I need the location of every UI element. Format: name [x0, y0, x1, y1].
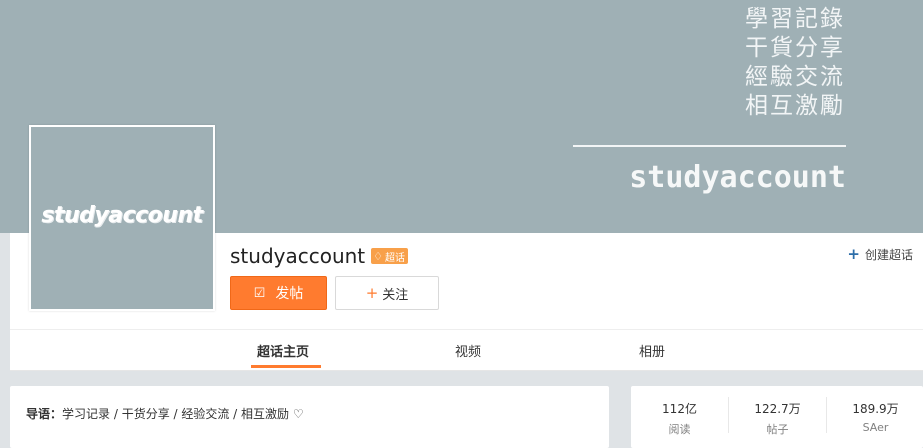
create-super-topic-link[interactable]: + 创建超话	[847, 245, 913, 263]
super-topic-badge: ♢ 超话	[371, 248, 409, 264]
stat-followers: 189.9万 SAer	[827, 400, 923, 434]
title-row: studyaccount ♢ 超话	[230, 244, 409, 268]
edit-icon: ☑	[253, 285, 266, 301]
stat-label: SAer	[862, 421, 889, 434]
stat-label: 帖子	[766, 423, 789, 436]
badge-label: 超话	[385, 252, 406, 264]
follow-button[interactable]: + 关注	[335, 276, 439, 310]
intro-label: 导语：	[26, 407, 63, 421]
diamond-icon: ♢	[373, 249, 384, 263]
stat-label: 阅读	[668, 423, 691, 436]
plus-icon: +	[365, 284, 379, 302]
avatar[interactable]: studyaccount	[29, 125, 215, 311]
post-button[interactable]: ☑ 发帖	[230, 276, 327, 310]
banner-line: 干貨分享	[745, 35, 845, 61]
intro-text: 导语：学习记录 / 干货分享 / 经验交流 / 相互激励 ♡	[26, 405, 304, 422]
avatar-text: studyaccount	[41, 203, 203, 228]
stat-reads: 112亿 阅读	[631, 400, 728, 437]
tab-home[interactable]: 超话主页	[257, 341, 309, 360]
stats-panel: 112亿 阅读 122.7万 帖子 189.9万 SAer	[631, 386, 923, 448]
tab-bar: 超话主页 视频 相册	[10, 330, 923, 370]
stat-value: 189.9万	[852, 402, 899, 416]
active-tab-indicator	[251, 365, 321, 368]
post-button-label: 发帖	[275, 286, 304, 302]
stat-value: 122.7万	[754, 402, 801, 416]
plus-icon: +	[847, 245, 860, 263]
create-label: 创建超话	[864, 247, 913, 262]
stat-posts: 122.7万 帖子	[729, 400, 826, 437]
banner-line: 相互激勵	[745, 93, 845, 119]
stat-value: 112亿	[662, 402, 697, 416]
banner-divider	[573, 145, 846, 147]
tab-album[interactable]: 相册	[639, 341, 665, 360]
intro-content: 学习记录 / 干货分享 / 经验交流 / 相互激励 ♡	[62, 407, 304, 421]
intro-panel: 导语：学习记录 / 干货分享 / 经验交流 / 相互激励 ♡	[10, 386, 609, 448]
banner-line: 學習記錄	[745, 6, 845, 32]
banner-name: studyaccount	[629, 160, 846, 195]
page-title: studyaccount	[230, 244, 366, 268]
banner-line: 經驗交流	[745, 64, 845, 90]
banner-slogan: 學習記錄 干貨分享 經驗交流 相互激勵	[685, 5, 845, 121]
follow-button-label: 关注	[382, 287, 409, 303]
tab-videos[interactable]: 视频	[455, 341, 481, 360]
